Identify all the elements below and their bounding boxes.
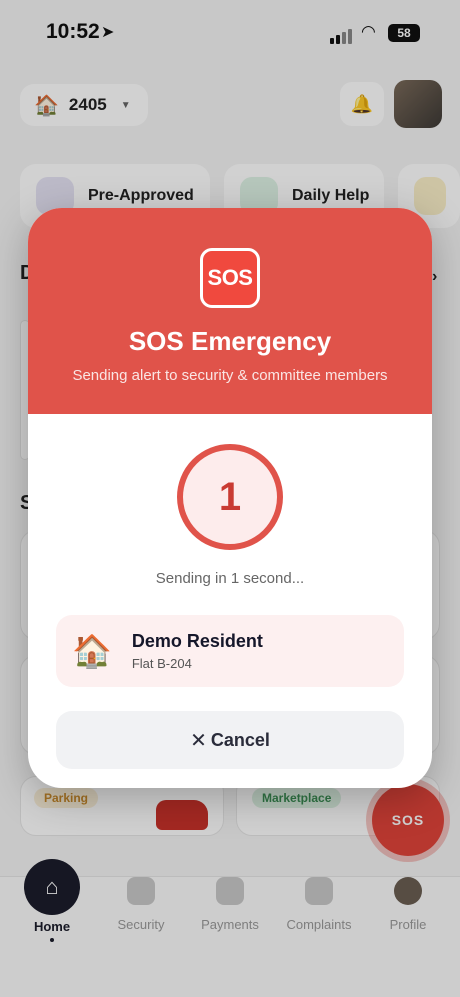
- resident-info: Demo Resident Flat B-204: [132, 631, 263, 671]
- sos-modal: SOS SOS Emergency Sending alert to secur…: [28, 208, 432, 788]
- sos-icon: SOS: [200, 248, 260, 308]
- cancel-label: Cancel: [210, 729, 270, 750]
- house-icon: 🏠: [72, 633, 112, 669]
- resident-name: Demo Resident: [131, 631, 263, 651]
- cancel-button[interactable]: ✕ Cancel: [56, 711, 404, 769]
- countdown-circle: 1: [177, 444, 283, 550]
- resident-flat: Flat B-204: [131, 656, 192, 671]
- resident-card: 🏠 Demo Resident Flat B-204: [56, 615, 404, 687]
- modal-title: SOS Emergency: [128, 326, 332, 356]
- close-icon: ✕: [190, 729, 207, 752]
- modal-subtitle: Sending alert to security & committee me…: [72, 367, 388, 384]
- modal-header: SOS SOS Emergency Sending alert to secur…: [28, 208, 432, 414]
- sending-status: Sending in 1 second...: [155, 570, 305, 587]
